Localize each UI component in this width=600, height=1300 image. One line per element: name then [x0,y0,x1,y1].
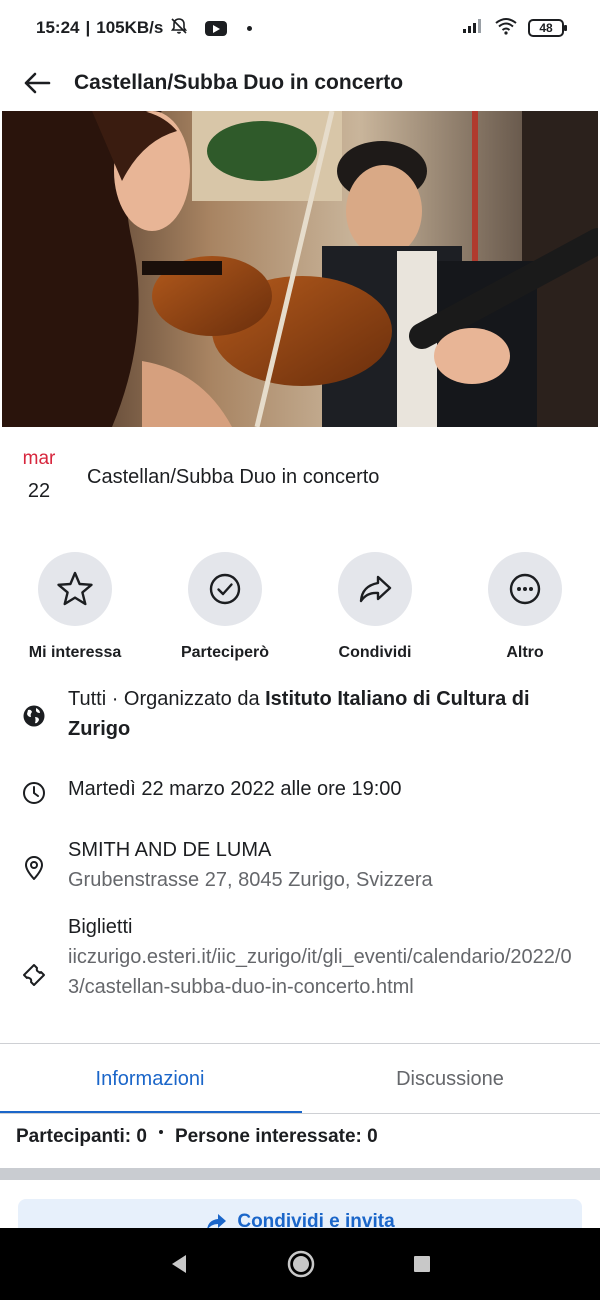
app-header: Castellan/Subba Duo in concerto [0,56,600,110]
page-title: Castellan/Subba Duo in concerto [74,71,404,94]
separator-dot [158,1130,163,1134]
notification-dot-icon [247,25,253,31]
back-arrow-icon [24,72,51,94]
share-circle[interactable] [338,552,412,626]
clock-icon [0,774,68,805]
back-button[interactable] [0,56,74,110]
ticket-icon [0,912,68,1002]
organizer-text: Tutti · Organizzato da Istituto Italiano… [68,684,583,744]
tickets-text: Biglietti iiczurigo.esteri.it/iic_zurigo… [68,912,583,1002]
muted-bell-icon [169,16,189,41]
venue-name: SMITH AND DE LUMA [68,839,272,861]
going-circle[interactable] [188,552,262,626]
venue-address: Grubenstrasse 27, 8045 Zurigo, Svizzera [68,869,433,891]
tickets-label: Biglietti [68,916,133,938]
signal-icon [462,18,484,39]
event-datetime: Martedì 22 marzo 2022 alle ore 19:00 [68,778,402,800]
interested-circle[interactable] [38,552,112,626]
youtube-icon [205,20,228,36]
battery-icon: 48 [528,19,567,37]
info-datetime: Martedì 22 marzo 2022 alle ore 19:00 [0,774,600,805]
event-actions: Mi interessa Parteciperò Condividi Altro [0,552,600,662]
status-left: 15:24 | 105KB/s [36,16,253,41]
check-circle-icon [209,573,241,605]
info-organizer: Tutti · Organizzato da Istituto Italiano… [0,684,600,744]
status-speed: 105KB/s [96,18,164,37]
more-circle[interactable] [488,552,562,626]
going-label: Parteciperò [180,644,270,661]
share-button[interactable]: Condividi [300,552,450,662]
share-arrow-icon [359,575,392,603]
status-divider: | [85,18,91,37]
more-dots-icon [509,573,541,605]
location-text: SMITH AND DE LUMA Grubenstrasse 27, 8045… [68,835,583,895]
wifi-icon [494,17,518,40]
more-label: Altro [506,644,544,661]
nav-home-icon[interactable] [286,1249,316,1279]
tab-informazioni[interactable]: Informazioni [0,1044,302,1114]
tabs-bottom-divider [0,1113,600,1114]
attendance-stats: Partecipanti: 0 Persone interessate: 0 [16,1126,378,1148]
tab-bar: Informazioni Discussione [0,1044,600,1114]
participants-count[interactable]: Partecipanti: 0 [16,1126,147,1148]
info-location[interactable]: SMITH AND DE LUMA Grubenstrasse 27, 8045… [0,835,600,895]
event-date: mar 22 [16,448,62,503]
event-title: Castellan/Subba Duo in concerto [87,466,380,488]
event-date-day: 22 [27,480,51,502]
more-button[interactable]: Altro [450,552,600,662]
interested-button[interactable]: Mi interessa [0,552,150,662]
event-cover-photo[interactable] [2,111,598,427]
nav-back-icon[interactable] [168,1253,190,1275]
status-right: 48 [462,17,567,40]
star-icon [57,571,93,606]
globe-icon [0,684,68,744]
section-separator [0,1168,600,1180]
going-button[interactable]: Parteciperò [150,552,300,662]
info-tickets[interactable]: Biglietti iiczurigo.esteri.it/iic_zurigo… [0,912,600,1002]
tab-discussione[interactable]: Discussione [300,1044,600,1114]
audience-prefix: Tutti · Organizzato da [68,688,266,710]
status-time: 15:24 [36,18,80,37]
system-nav-bar [0,1228,600,1300]
location-pin-icon [0,835,68,895]
interested-count[interactable]: Persone interessate: 0 [175,1126,378,1148]
interested-label: Mi interessa [28,644,122,661]
nav-recents-icon[interactable] [412,1254,432,1274]
event-date-month: mar [22,448,56,469]
share-label: Condividi [338,644,412,661]
tickets-link[interactable]: iiczurigo.esteri.it/iic_zurigo/it/gli_ev… [68,942,583,1002]
status-bar: 15:24 | 105KB/s 48 [0,0,600,56]
